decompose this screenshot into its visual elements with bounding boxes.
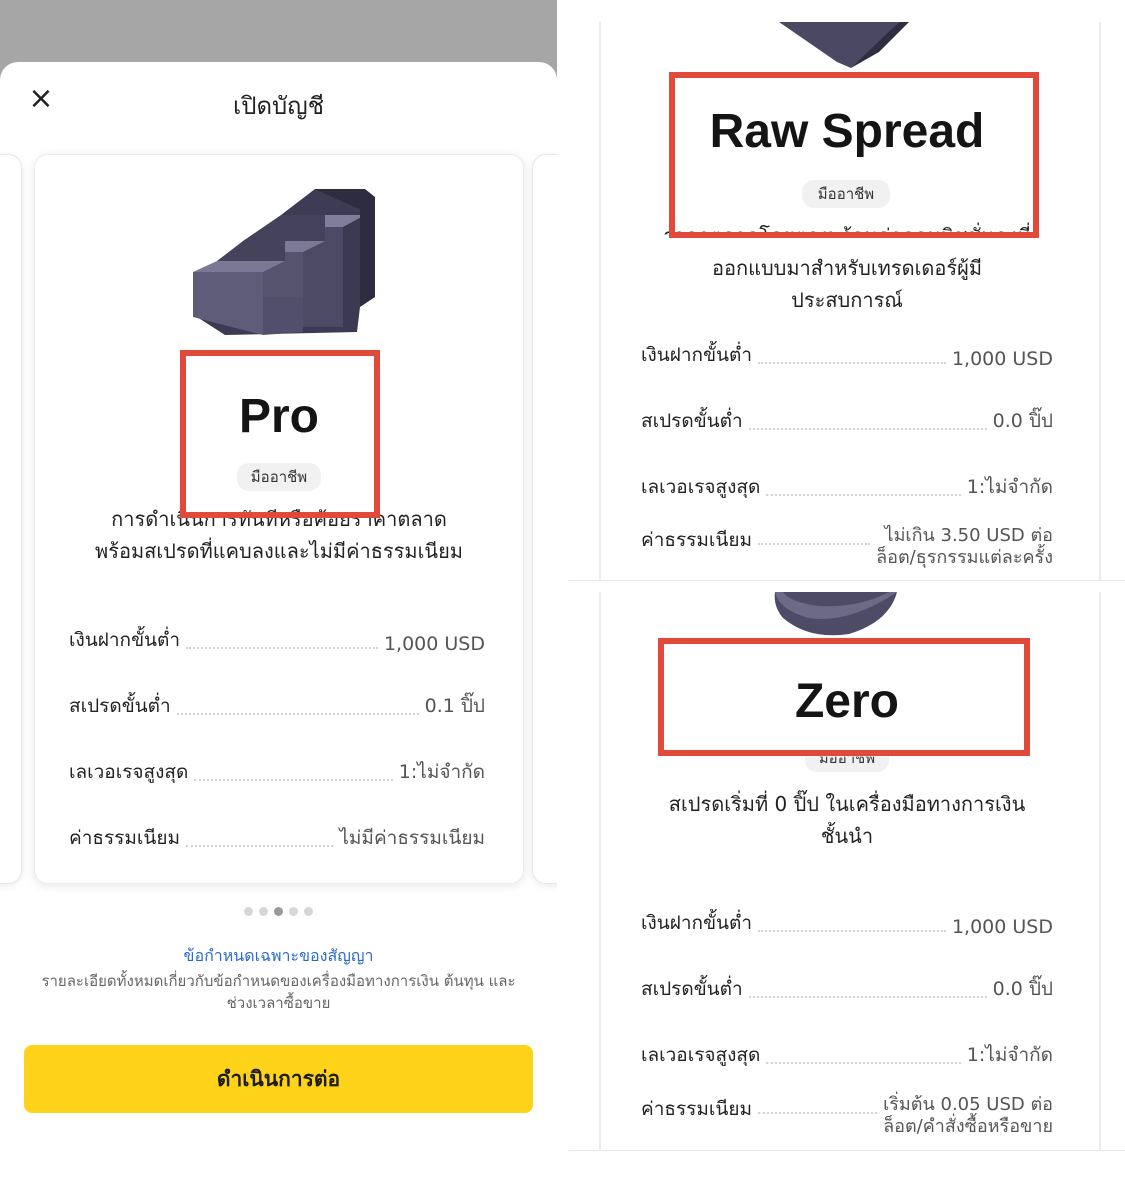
account-card-zero[interactable]: Zero มืออาชีพ สเปรดเริ่มที่ 0 ปิ๊ป ในเคร… [569, 592, 1125, 1151]
spec-value: 1:ไม่จำกัด [398, 761, 485, 783]
spec-value: ไม่มีค่าธรรมเนียม [339, 827, 485, 849]
spec-value: 0.0 ปิ๊ป [992, 978, 1053, 1000]
spec-row: เลเวอเรจสูงสุด 1:ไม่จำกัด [69, 757, 485, 787]
spec-row: เงินฝากขั้นต่ำ 1,000 USD [69, 625, 485, 655]
spec-row: สเปรดขั้นต่ำ 0.0 ปิ๊ป [641, 406, 1053, 436]
contract-specs-link[interactable]: ข้อกำหนดเฉพาะของสัญญา [0, 944, 557, 969]
spec-row: ค่าธรรมเนียม เริ่มต้น 0.05 USD ต่อ ล็อต/ค… [641, 1094, 1053, 1138]
spec-value-line: ล็อต/ธุรกรรมแต่ละครั้ง [876, 547, 1053, 568]
spec-label: เลเวอเรจสูงสุด [69, 761, 189, 783]
contract-specs-note: รายละเอียดทั้งหมดเกี่ยวกับข้อกำหนดของเคร… [41, 972, 516, 1012]
spec-row: สเปรดขั้นต่ำ 0.0 ปิ๊ป [641, 974, 1053, 1004]
spec-label: ค่าธรรมเนียม [69, 827, 181, 849]
account-card-pro[interactable]: Pro มืออาชีพ การดำเนินการทันทีหรือค้อยรา… [34, 154, 524, 884]
spec-label: สเปรดขั้นต่ำ [69, 695, 171, 717]
spec-value: 0.1 ปิ๊ป [424, 695, 485, 717]
disc-icon-partial [774, 592, 897, 636]
spec-row: เงินฝากขั้นต่ำ 1,000 USD [641, 908, 1053, 938]
spec-value: 1:ไม่จำกัด [966, 1044, 1053, 1066]
page-dot[interactable] [289, 907, 298, 916]
account-selection-screen: × เปิดบัญชี Pro มืออาชีพ การดำเนินการทัน… [0, 0, 557, 1150]
spec-value: 1,000 USD [951, 348, 1053, 370]
account-description-line: ชั้นนำ [820, 824, 874, 848]
spec-label: เงินฝากขั้นต่ำ [69, 629, 181, 651]
stairs-icon [193, 189, 375, 335]
spec-row: เลเวอเรจสูงสุด 1:ไม่จำกัด [641, 472, 1053, 502]
spec-row: สเปรดขั้นต่ำ 0.1 ปิ๊ป [69, 691, 485, 721]
page-dot-active[interactable] [274, 907, 283, 916]
spec-label: สเปรดขั้นต่ำ [641, 410, 743, 432]
spec-label: เงินฝากขั้นต่ำ [641, 344, 753, 366]
sheet-title: เปิดบัญชี [233, 92, 324, 120]
spec-value: 1:ไม่จำกัด [966, 476, 1053, 498]
spec-value: ไม่เกิน 3.50 USD ต่อ ล็อต/ธุรกรรมแต่ละครั… [876, 525, 1053, 569]
account-description-line: ประสบการณ์ [791, 288, 903, 312]
continue-button[interactable]: ดำเนินการต่อ [24, 1045, 533, 1113]
spec-label: เงินฝากขั้นต่ำ [641, 912, 753, 934]
highlight-box-pro [180, 350, 380, 518]
highlight-box-zero [658, 638, 1030, 756]
page-dot[interactable] [304, 907, 313, 916]
page-dot[interactable] [259, 907, 268, 916]
spec-row: ค่าธรรมเนียม ไม่เกิน 3.50 USD ต่อ ล็อต/ธุ… [641, 525, 1053, 569]
spec-row: เงินฝากขั้นต่ำ 1,000 USD [641, 340, 1053, 370]
next-account-card[interactable] [532, 154, 557, 884]
spec-value-line: ล็อต/คำสั่งซื้อหรือขาย [883, 1116, 1053, 1137]
spec-value: เริ่มต้น 0.05 USD ต่อ ล็อต/คำสั่งซื้อหรือ… [883, 1094, 1053, 1138]
previous-account-card[interactable] [0, 154, 22, 884]
spec-value: 1,000 USD [383, 633, 485, 655]
spec-label: ค่าธรรมเนียม [641, 1098, 753, 1120]
account-description-line: สเปรดเริ่มที่ 0 ปิ๊ป ในเครื่องมือทางการเ… [668, 792, 1026, 816]
spec-value-line: เริ่มต้น 0.05 USD ต่อ [883, 1094, 1053, 1115]
page-dot[interactable] [244, 907, 253, 916]
account-description-line: พร้อมสเปรดที่แคบลงและไม่มีค่าธรรมเนียม [95, 539, 463, 563]
spec-value-line: ไม่เกิน 3.50 USD ต่อ [884, 525, 1053, 546]
spec-label: ค่าธรรมเนียม [641, 529, 753, 551]
spec-value: 0.0 ปิ๊ป [992, 410, 1053, 432]
account-description-line: ออกแบบมาสำหรับเทรดเดอร์ผู้มี [711, 256, 983, 280]
spec-label: เลเวอเรจสูงสุด [641, 1044, 761, 1066]
stairs-icon-partial [779, 22, 909, 68]
spec-value: 1,000 USD [951, 916, 1053, 938]
highlight-box-raw-spread [669, 72, 1039, 238]
spec-row: ค่าธรรมเนียม ไม่มีค่าธรรมเนียม [69, 823, 485, 853]
spec-row: เลเวอเรจสูงสุด 1:ไม่จำกัด [641, 1040, 1053, 1070]
page-indicator [0, 907, 557, 916]
spec-label: เลเวอเรจสูงสุด [641, 476, 761, 498]
account-card-raw-spread[interactable]: Raw Spread มืออาชีพ ราคาตลาดโดยตรงพร้อมค… [569, 22, 1125, 581]
spec-label: สเปรดขั้นต่ำ [641, 978, 743, 1000]
